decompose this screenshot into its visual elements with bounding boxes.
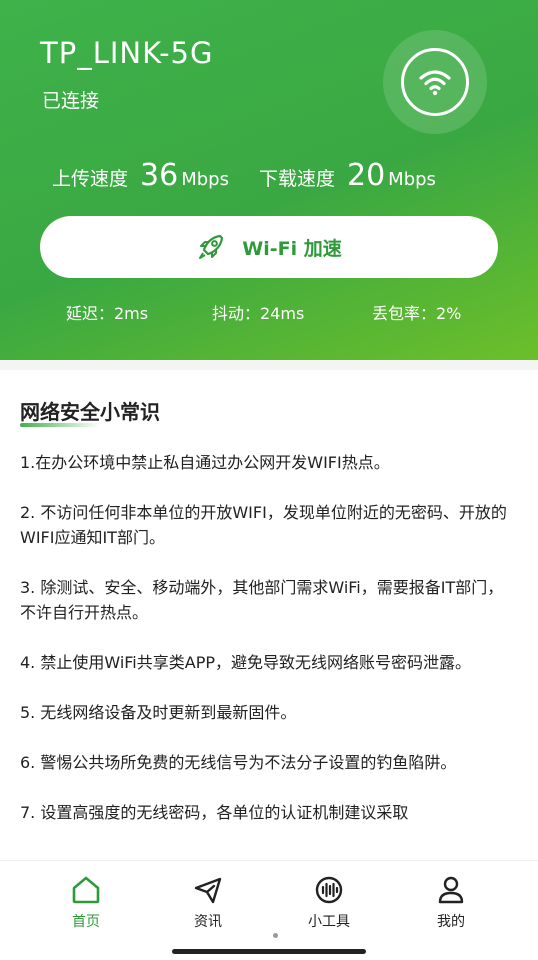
download-value: 20 <box>346 158 386 193</box>
rocket-icon <box>199 234 224 259</box>
user-icon <box>438 876 464 904</box>
security-tips-panel[interactable]: 网络安全小常识 1.在办公环境中禁止私自通过办公网开发WIFI热点。 2. 不访… <box>0 360 538 860</box>
tab-tools[interactable]: 小工具 <box>284 875 374 931</box>
tab-home-label: 首页 <box>72 914 100 930</box>
send-icon <box>194 877 222 904</box>
download-label: 下载速度 <box>258 168 335 190</box>
network-ssid: TP_LINK-5G <box>40 36 214 70</box>
wifi-status-badge[interactable] <box>383 30 487 134</box>
tab-tools-label: 小工具 <box>308 914 350 930</box>
tab-home[interactable]: 首页 <box>41 875 131 931</box>
tips-title: 网络安全小常识 <box>20 400 160 424</box>
upload-unit: Mbps <box>181 169 229 190</box>
upload-value: 36 <box>140 158 179 193</box>
tab-news[interactable]: 资讯 <box>163 875 253 931</box>
home-icon <box>72 876 100 904</box>
tab-news-label: 资讯 <box>194 914 222 930</box>
wifi-status-header: TP_LINK-5G 已连接 上传速度 36 Mbps 下载速度 20 Mbps… <box>0 0 538 360</box>
wifi-boost-label: Wi-Fi 加速 <box>242 237 342 260</box>
download-unit: Mbps <box>388 169 436 190</box>
latency-stat: 延迟：2ms <box>66 304 149 323</box>
tab-profile[interactable]: 我的 <box>406 875 496 931</box>
tab-profile-label: 我的 <box>437 914 465 930</box>
tips-list: 1.在办公环境中禁止私自通过办公网开发WIFI热点。 2. 不访问任何非本单位的… <box>20 450 510 850</box>
speed-summary: 上传速度 36 Mbps 下载速度 20 Mbps <box>52 158 512 193</box>
tip-item: 1.在办公环境中禁止私自通过办公网开发WIFI热点。 <box>20 453 390 472</box>
tip-item: 3. 除测试、安全、移动端外，其他部门需求WiFi，需要报备IT部门，不许自行开… <box>20 578 504 622</box>
connection-status: 已连接 <box>42 90 100 112</box>
tip-item: 6. 警惕公共场所免费的无线信号为不法分子设置的钓鱼陷阱。 <box>20 753 457 772</box>
wifi-boost-button[interactable]: Wi-Fi 加速 <box>40 216 498 278</box>
home-indicator[interactable] <box>172 949 366 954</box>
upload-label: 上传速度 <box>52 168 129 190</box>
tip-item: 2. 不访问任何非本单位的开放WIFI，发现单位附近的无密码、开放的WIFI应通… <box>20 503 507 547</box>
packet-loss-stat: 丢包率：2% <box>372 304 462 323</box>
wifi-icon <box>401 48 469 116</box>
divider <box>0 360 538 370</box>
page-indicator-dot <box>273 933 278 938</box>
title-underline <box>20 423 100 427</box>
tip-item: 5. 无线网络设备及时更新到最新固件。 <box>20 703 297 722</box>
jitter-stat: 抖动：24ms <box>212 304 305 323</box>
tip-item: 4. 禁止使用WiFi共享类APP，避免导致无线网络账号密码泄露。 <box>20 653 471 672</box>
tip-item: 7. 设置高强度的无线密码，各单位的认证机制建议采取 <box>20 803 409 822</box>
tools-icon <box>315 876 343 904</box>
bottom-tab-bar: 首页 资讯 小工具 我的 <box>0 860 538 960</box>
